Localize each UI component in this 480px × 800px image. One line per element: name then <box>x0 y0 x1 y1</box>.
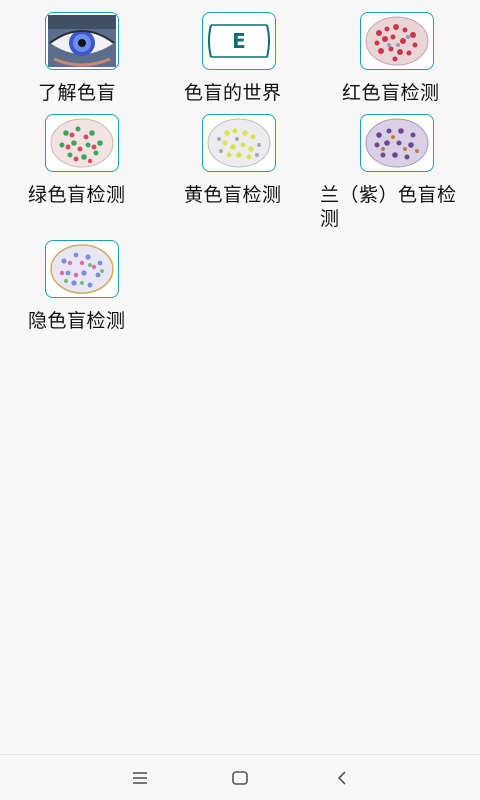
grid-item-label: 红色盲检测 <box>342 82 440 104</box>
grid-item-label: 了解色盲 <box>38 82 117 104</box>
grid-item-label: 黄色盲检测 <box>184 184 282 206</box>
grid-item-label: 隐色盲检测 <box>28 310 126 332</box>
green-ishihara-plate-icon <box>45 114 119 172</box>
home-button[interactable] <box>220 763 260 793</box>
grid-item-learn-color-blindness[interactable]: 了解色盲 <box>20 10 144 106</box>
menu-button[interactable] <box>120 763 160 793</box>
eye-icon <box>45 12 119 70</box>
purple-ishihara-plate-icon <box>360 114 434 172</box>
menu-icon <box>133 772 147 784</box>
home-icon <box>232 771 248 785</box>
grid-item-label: 兰（紫）色盲检 <box>320 184 457 206</box>
grid-item-label: 色盲的世界 <box>184 82 282 104</box>
grid-item-color-blind-world[interactable]: E 色盲的世界 <box>180 10 304 106</box>
system-navigation-bar <box>0 754 480 800</box>
yellow-ishihara-plate-icon <box>202 114 276 172</box>
tumbling-e-chart-icon: E <box>202 12 276 70</box>
hidden-ishihara-plate-icon <box>45 240 119 298</box>
grid-item-yellow-test[interactable]: 黄色盲检测 <box>180 112 304 208</box>
red-ishihara-plate-icon <box>360 12 434 70</box>
grid-item-green-test[interactable]: 绿色盲检测 <box>20 112 144 208</box>
grid-item-label-line2: 测 <box>320 208 340 230</box>
back-icon <box>337 771 346 785</box>
e-chart-letter: E <box>232 29 246 53</box>
grid-item-hidden-test[interactable]: 隐色盲检测 <box>20 238 144 334</box>
back-button[interactable] <box>322 763 362 793</box>
grid-item-red-test[interactable]: 红色盲检测 <box>340 10 470 106</box>
grid-item-label: 绿色盲检测 <box>28 184 126 206</box>
grid-item-purple-test[interactable]: 兰（紫）色盲检 测 <box>316 112 476 232</box>
